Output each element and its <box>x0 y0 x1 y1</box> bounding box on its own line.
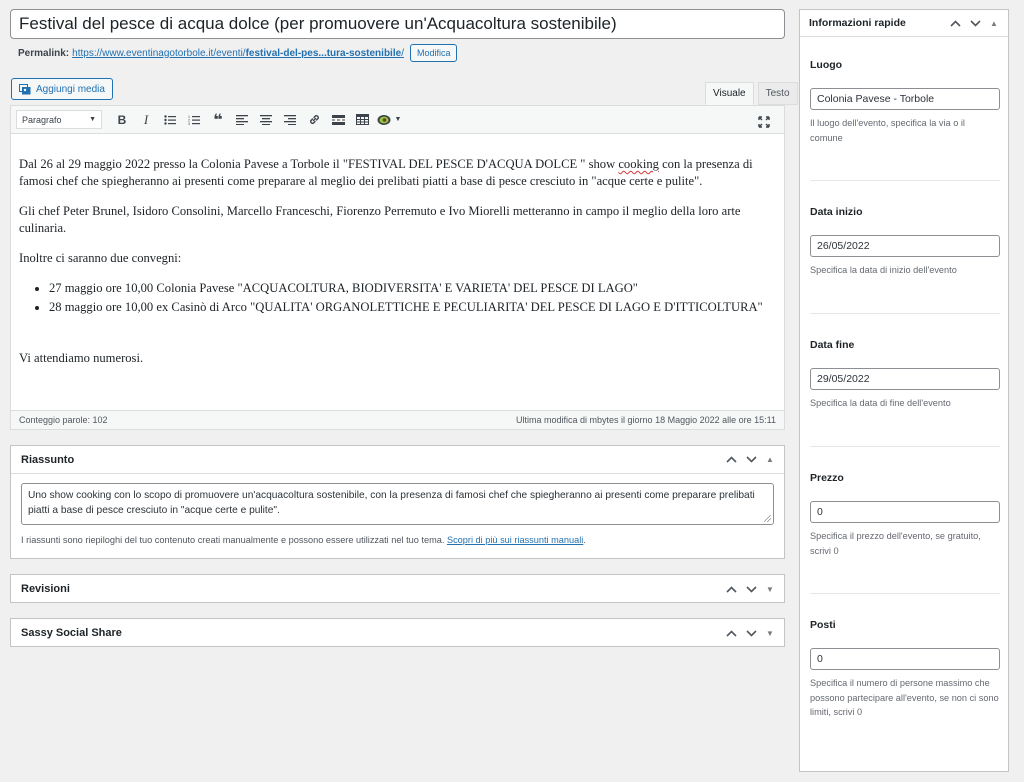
end-date-input[interactable]: 29/05/2022 <box>810 368 1000 390</box>
excerpt-panel-header[interactable]: Riassunto ▲ <box>11 446 784 474</box>
field-description: Specifica la data di fine dell'evento <box>810 398 951 408</box>
field-label: Posti <box>810 619 836 631</box>
content-paragraph: Vi attendiamo numerosi. <box>19 351 144 365</box>
plugin-avocado-icon[interactable]: ▼ <box>374 109 404 131</box>
add-media-button[interactable]: Aggiungi media <box>11 78 113 100</box>
divider <box>810 180 1000 181</box>
editor-content[interactable]: Dal 26 al 29 maggio 2022 presso la Colon… <box>11 134 784 367</box>
editor-status-bar: Conteggio parole: 102 Ultima modifica di… <box>11 410 784 429</box>
field-data-inizio: Data inizio 26/05/2022 Specifica la data… <box>810 206 1000 278</box>
price-input[interactable]: 0 <box>810 501 1000 523</box>
divider <box>810 446 1000 447</box>
excerpt-help-link[interactable]: Scopri di più sui riassunti manuali <box>447 535 583 545</box>
editor-tabs: Visuale Testo <box>701 82 798 105</box>
align-left-icon[interactable] <box>230 109 254 131</box>
link-icon[interactable] <box>302 109 326 131</box>
divider <box>810 313 1000 314</box>
field-description: Specifica il numero di persone massimo c… <box>810 678 999 717</box>
tab-text[interactable]: Testo <box>757 82 798 105</box>
word-count: Conteggio parole: 102 <box>19 415 108 425</box>
quick-info-sidebar: Informazioni rapide ▲ Luogo Colonia Pave… <box>799 9 1009 772</box>
resize-grip-icon[interactable] <box>764 515 771 522</box>
content-paragraph: Gli chef Peter Brunel, Isidoro Consolini… <box>19 204 741 235</box>
triangle-up-icon[interactable]: ▲ <box>988 19 1000 28</box>
chevron-down-icon[interactable] <box>744 453 758 467</box>
panel-title: Sassy Social Share <box>21 627 122 639</box>
bold-icon[interactable]: B <box>110 109 134 131</box>
field-luogo: Luogo Colonia Pavese - Torbole Il luogo … <box>810 59 1000 145</box>
content-list: 27 maggio ore 10,00 Colonia Pavese "ACQU… <box>19 280 776 316</box>
format-select[interactable]: Paragrafo ▼ <box>16 110 102 129</box>
revisions-panel-header[interactable]: Revisioni ▼ <box>11 575 784 603</box>
triangle-down-icon[interactable]: ▼ <box>764 629 776 638</box>
panel-title: Revisioni <box>21 583 70 595</box>
revisions-panel: Revisioni ▼ <box>10 574 785 603</box>
content-paragraph: Inoltre ci saranno due convegni: <box>19 251 182 265</box>
panel-title: Riassunto <box>21 453 75 466</box>
read-more-icon[interactable] <box>326 109 350 131</box>
list-item: 28 maggio ore 10,00 ex Casinò di Arco "Q… <box>49 299 776 316</box>
field-label: Prezzo <box>810 472 844 484</box>
excerpt-help: I riassunti sono riepiloghi del tuo cont… <box>21 535 586 545</box>
chevron-up-icon[interactable] <box>724 582 738 596</box>
field-description: Specifica la data di inizio dell'evento <box>810 265 957 275</box>
chevron-up-icon[interactable] <box>724 626 738 640</box>
excerpt-textarea[interactable]: Uno show cooking con lo scopo di promuov… <box>21 483 774 525</box>
field-label: Data inizio <box>810 206 863 218</box>
divider <box>810 593 1000 594</box>
permalink-label: Permalink: <box>18 47 70 59</box>
toolbar-toggle-icon[interactable] <box>350 109 374 131</box>
field-description: Specifica il prezzo dell'evento, se grat… <box>810 531 981 556</box>
align-right-icon[interactable] <box>278 109 302 131</box>
quick-info-header[interactable]: Informazioni rapide ▲ <box>800 10 1008 37</box>
chevron-down-icon[interactable] <box>744 626 758 640</box>
field-description: Il luogo dell'evento, specifica la via o… <box>810 118 965 143</box>
content-paragraph: Dal 26 al 29 maggio 2022 presso la Colon… <box>19 157 753 188</box>
permalink-edit-button[interactable]: Modifica <box>409 44 458 62</box>
fullscreen-icon[interactable] <box>752 111 776 133</box>
svg-text:3: 3 <box>188 122 190 125</box>
content-editor: Paragrafo ▼ B I 123 ❝ ▼ Dal 26 al 29 mag… <box>10 105 785 430</box>
triangle-up-icon[interactable]: ▲ <box>764 455 776 464</box>
field-label: Data fine <box>810 339 855 351</box>
excerpt-panel: Riassunto ▲ Uno show cooking con lo scop… <box>10 445 785 559</box>
chevron-down-icon[interactable] <box>744 582 758 596</box>
social-share-panel-header[interactable]: Sassy Social Share ▼ <box>11 619 784 647</box>
bullet-list-icon[interactable] <box>158 109 182 131</box>
media-icon <box>19 83 31 95</box>
start-date-input[interactable]: 26/05/2022 <box>810 235 1000 257</box>
field-posti: Posti 0 Specifica il numero di persone m… <box>810 619 1000 720</box>
blockquote-icon[interactable]: ❝ <box>206 109 230 131</box>
triangle-down-icon[interactable]: ▼ <box>764 585 776 594</box>
chevron-up-icon[interactable] <box>724 453 738 467</box>
italic-icon[interactable]: I <box>134 109 158 131</box>
caret-down-icon: ▼ <box>89 116 96 123</box>
seats-input[interactable]: 0 <box>810 648 1000 670</box>
list-item: 27 maggio ore 10,00 Colonia Pavese "ACQU… <box>49 280 776 297</box>
sidebar-title: Informazioni rapide <box>809 17 906 29</box>
tab-visual[interactable]: Visuale <box>705 82 754 105</box>
field-label: Luogo <box>810 59 843 71</box>
post-title-input[interactable]: Festival del pesce di acqua dolce (per p… <box>10 9 785 39</box>
luogo-input[interactable]: Colonia Pavese - Torbole <box>810 88 1000 110</box>
chevron-up-icon[interactable] <box>948 16 962 30</box>
align-center-icon[interactable] <box>254 109 278 131</box>
numbered-list-icon[interactable]: 123 <box>182 109 206 131</box>
social-share-panel: Sassy Social Share ▼ <box>10 618 785 647</box>
permalink-row: Permalink: https://www.eventinagotorbole… <box>18 44 458 62</box>
field-prezzo: Prezzo 0 Specifica il prezzo dell'evento… <box>810 472 1000 558</box>
last-modified: Ultima modifica di mbytes il giorno 18 M… <box>516 415 776 425</box>
permalink-link[interactable]: https://www.eventinagotorbole.it/eventi/… <box>72 48 404 59</box>
editor-toolbar: Paragrafo ▼ B I 123 ❝ ▼ <box>11 106 784 134</box>
chevron-down-icon[interactable] <box>968 16 982 30</box>
add-media-label: Aggiungi media <box>36 83 105 95</box>
field-data-fine: Data fine 29/05/2022 Specifica la data d… <box>810 339 1000 411</box>
